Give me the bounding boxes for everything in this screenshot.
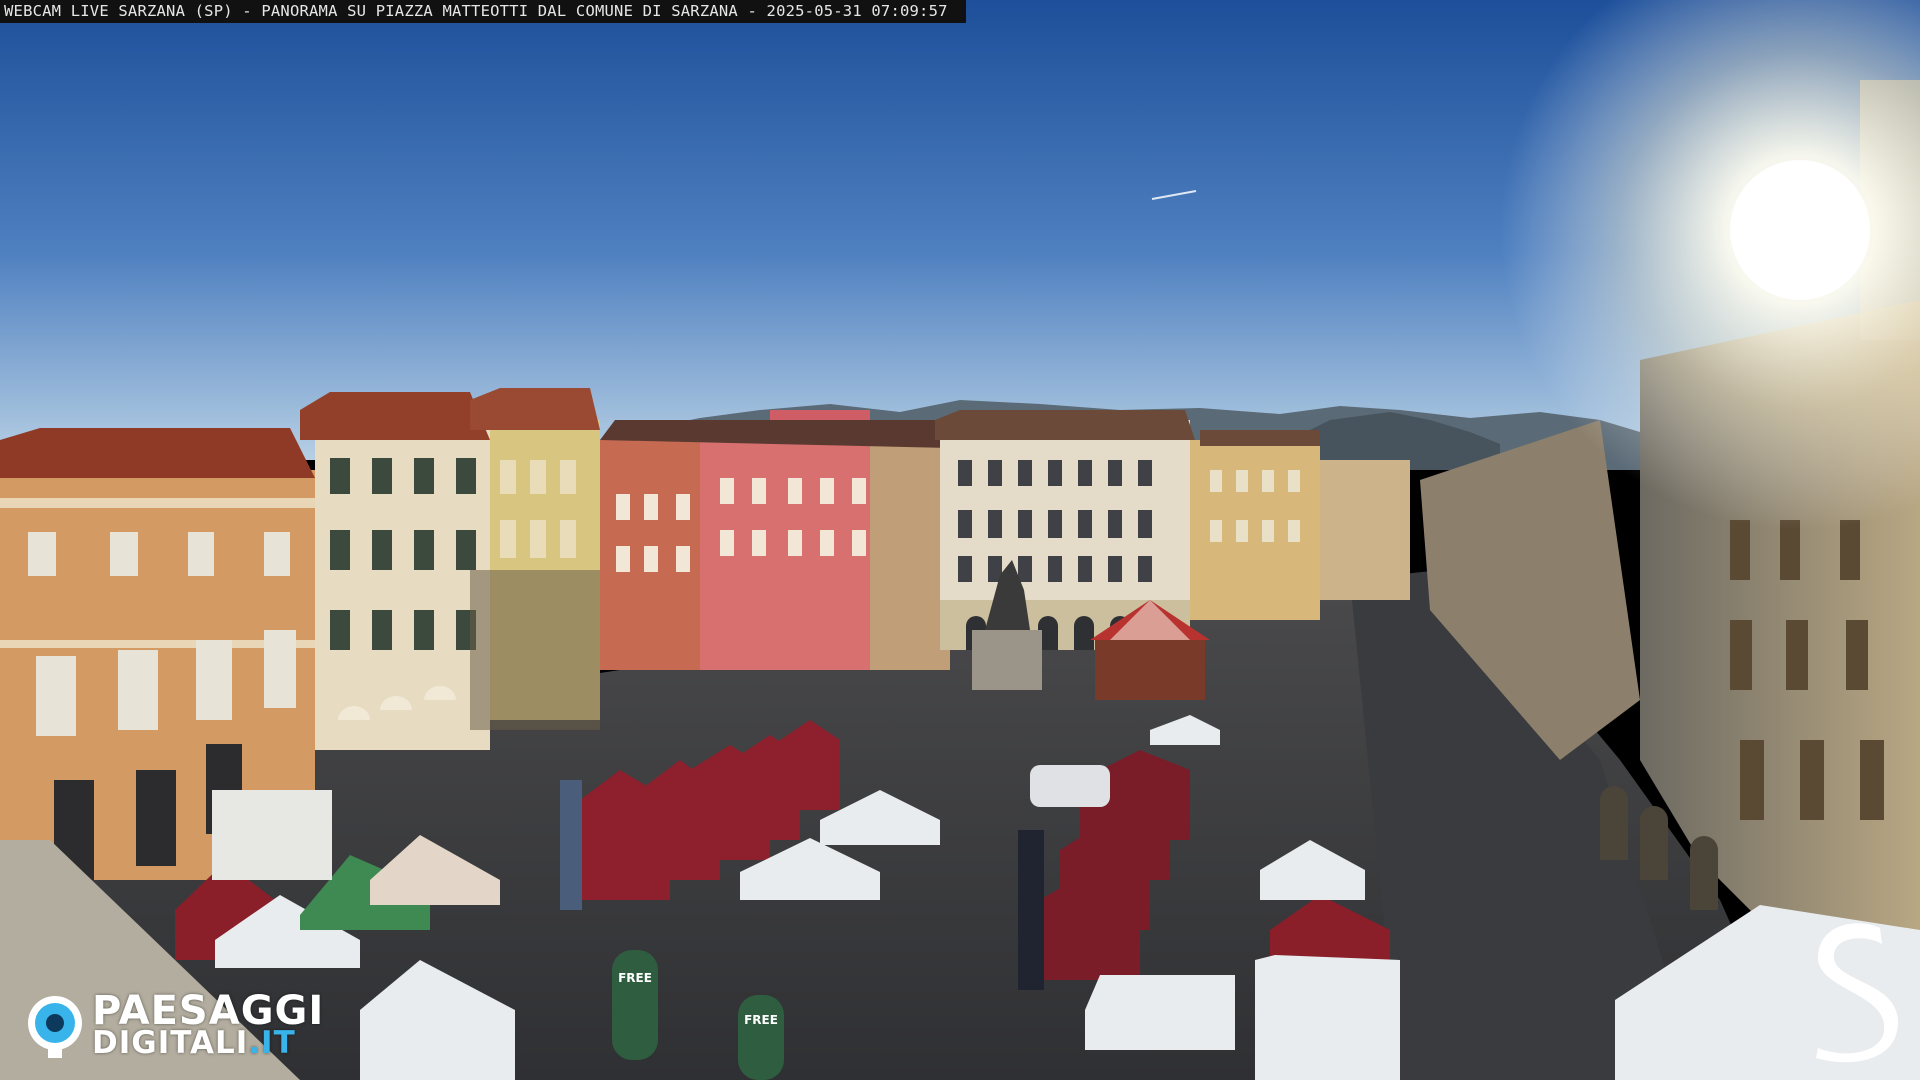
flag-banner [560, 780, 582, 910]
free-banner-text-2: FREE [744, 1013, 778, 1027]
free-banner-1: FREE [612, 950, 658, 1060]
white-van [212, 790, 332, 880]
brand-digitali: DIGITALI [92, 1025, 249, 1061]
sun [1730, 160, 1870, 300]
brand-line-digitali: DIGITALI.IT [92, 1026, 296, 1060]
white-car [1030, 765, 1110, 807]
free-banner-2: FREE [738, 995, 784, 1080]
paesaggi-digitali-logo: PAESAGGI DIGITALI.IT [26, 990, 336, 1060]
webcam-caption: WEBCAM LIVE SARZANA (SP) - PANORAMA SU P… [0, 0, 966, 23]
webcam-frame: FREE FREE [0, 0, 1920, 1080]
brand-tld: .IT [248, 1025, 296, 1061]
vertical-banner [1018, 830, 1044, 990]
free-banner-text-1: FREE [618, 971, 652, 985]
